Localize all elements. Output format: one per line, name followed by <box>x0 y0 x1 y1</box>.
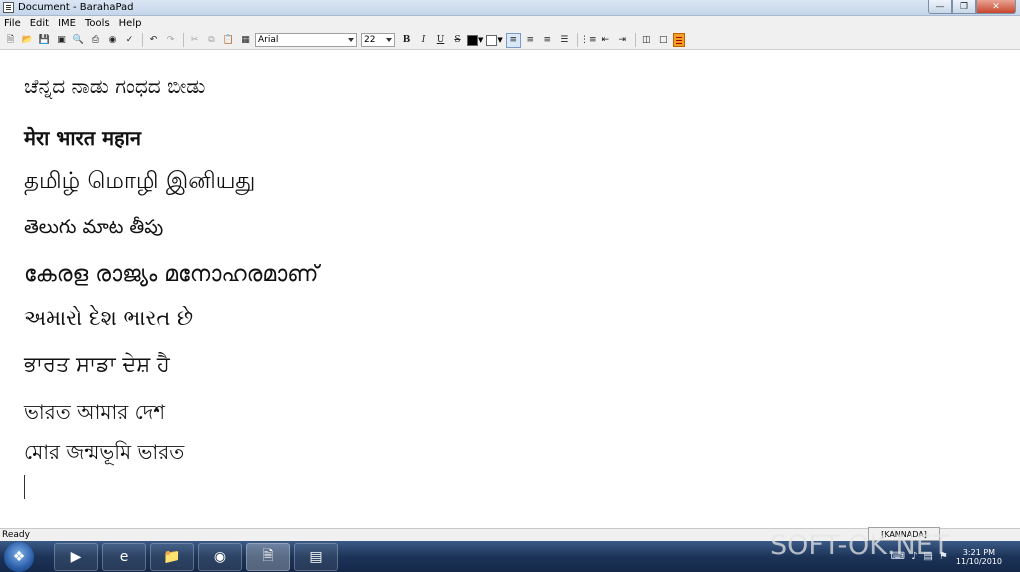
menu-file[interactable]: File <box>4 18 21 29</box>
font-family-value: Arial <box>258 35 279 45</box>
open-folder-icon[interactable]: 📂 <box>20 33 35 48</box>
doc-line-punjabi: ਭਾਰਤ ਸਾਡਾ ਦੇਸ਼ ਹੈ <box>24 352 170 376</box>
chevron-down-icon <box>386 38 392 42</box>
doc-line-hindi: मेरा भारत महान <box>24 126 141 150</box>
doc-line-malayalam: കേരള രാജ്യം മനോഹരമാണ് <box>24 262 319 287</box>
internet-explorer-taskbar-icon[interactable]: e <box>102 542 146 571</box>
italic-button[interactable]: I <box>416 33 431 48</box>
text-color-swatch[interactable] <box>467 34 478 46</box>
bold-button[interactable]: B <box>399 33 414 48</box>
copy-icon[interactable]: ⧉ <box>204 33 219 48</box>
title-bar: Document - BarahaPad — ❐ ✕ <box>0 0 1020 16</box>
chrome-taskbar-icon[interactable]: ◉ <box>198 542 242 571</box>
barahapad-taskbar-icon[interactable]: 🗎 <box>246 542 290 571</box>
toolbar-separator <box>142 33 143 47</box>
media-player-taskbar-icon[interactable]: ▶ <box>54 542 98 571</box>
status-text: Ready <box>2 530 30 540</box>
align-left-icon[interactable]: ≡ <box>505 32 521 48</box>
align-center-icon[interactable]: ≡ <box>523 33 538 48</box>
print-preview-icon[interactable]: 🔍 <box>71 33 86 48</box>
undo-icon[interactable]: ↶ <box>146 33 161 48</box>
app-icon[interactable] <box>3 2 14 13</box>
baraha-ime-taskbar-icon[interactable]: ▤ <box>294 542 338 571</box>
formatting-toolbar: 🗎 📂 💾 ▣ 🔍 ⎙ ◉ ✓ ↶ ↷ ✂ ⧉ 📋 ▦ Arial 22 B I… <box>0 31 1020 50</box>
save-icon[interactable]: 💾 <box>37 33 52 48</box>
menu-edit[interactable]: Edit <box>30 18 49 29</box>
bullet-list-icon[interactable]: ⋮≡ <box>580 33 597 48</box>
font-size-value: 22 <box>364 35 376 45</box>
doc-line-gujarati: અમારો દેશ ભારત છે <box>24 306 194 330</box>
clock-date: 11/10/2010 <box>955 556 1002 566</box>
maximize-button[interactable]: ❐ <box>952 0 976 14</box>
font-family-select[interactable]: Arial <box>255 33 357 47</box>
document-editor[interactable]: ಚೆನ್ನದ ನಾಡು ಗಂಧದ ಬೀಡು मेरा भारत महान தமி… <box>0 50 1020 528</box>
clock-time: 3:21 PM <box>962 547 996 557</box>
increase-indent-icon[interactable]: ⇥ <box>615 33 630 48</box>
start-button[interactable]: ❖ <box>4 541 34 572</box>
menu-ime[interactable]: IME <box>58 18 76 29</box>
spell-check-icon[interactable]: ✓ <box>122 33 137 48</box>
doc-line-tamil: தமிழ் மொழி இனியது <box>24 168 256 194</box>
export-icon[interactable]: ▣ <box>54 33 69 48</box>
cut-icon[interactable]: ✂ <box>187 33 202 48</box>
highlight-color-dropdown-icon[interactable]: ▼ <box>497 36 502 44</box>
text-color-dropdown-icon[interactable]: ▼ <box>478 36 483 44</box>
keyboard-help-icon[interactable] <box>672 33 685 47</box>
system-clock[interactable]: 3:21 PM 11/10/2010 <box>956 548 1002 566</box>
image-insert-icon[interactable]: ▦ <box>238 33 253 48</box>
doc-line-telugu: తెలుగు మాట తీపు <box>24 216 164 238</box>
justify-icon[interactable]: ☰ <box>557 33 572 48</box>
menu-tools[interactable]: Tools <box>85 18 110 29</box>
text-caret <box>24 475 25 499</box>
menu-bar: File Edit IME Tools Help <box>0 16 1020 31</box>
print-icon[interactable]: ⎙ <box>88 33 103 48</box>
window-controls: — ❐ ✕ <box>928 0 1016 14</box>
highlight-color-swatch[interactable] <box>486 34 498 46</box>
toolbar-separator <box>634 33 636 47</box>
chevron-down-icon <box>348 38 354 42</box>
new-document-icon[interactable]: 🗎 <box>3 33 18 48</box>
paste-icon[interactable]: 📋 <box>221 33 236 48</box>
close-button[interactable]: ✕ <box>976 0 1016 14</box>
underline-button[interactable]: U <box>433 33 448 48</box>
doc-line-bengali: ভারত আমার দেশ <box>24 400 166 424</box>
split-view-icon[interactable]: ◫ <box>639 33 654 48</box>
file-explorer-taskbar-icon[interactable]: 📁 <box>150 542 194 571</box>
font-size-select[interactable]: 22 <box>361 33 395 47</box>
minimize-button[interactable]: — <box>928 0 952 14</box>
watermark: SOFT-OK.NET <box>770 530 950 561</box>
doc-line-assamese: মোর জন্মভূমি ভারত <box>24 440 185 464</box>
menu-help[interactable]: Help <box>119 18 142 29</box>
toolbar-separator <box>183 33 184 47</box>
toolbar-separator <box>576 33 578 47</box>
align-right-icon[interactable]: ≡ <box>540 33 555 48</box>
window-title: Document - BarahaPad <box>18 2 134 13</box>
doc-line-kannada: ಚೆನ್ನದ ನಾಡು ಗಂಧದ ಬೀಡು <box>24 74 206 98</box>
redo-icon[interactable]: ↷ <box>163 33 178 48</box>
find-icon[interactable]: ◉ <box>105 33 120 48</box>
page-view-icon[interactable]: □ <box>656 33 671 48</box>
decrease-indent-icon[interactable]: ⇤ <box>598 33 613 48</box>
strikethrough-button[interactable]: S <box>450 33 465 48</box>
